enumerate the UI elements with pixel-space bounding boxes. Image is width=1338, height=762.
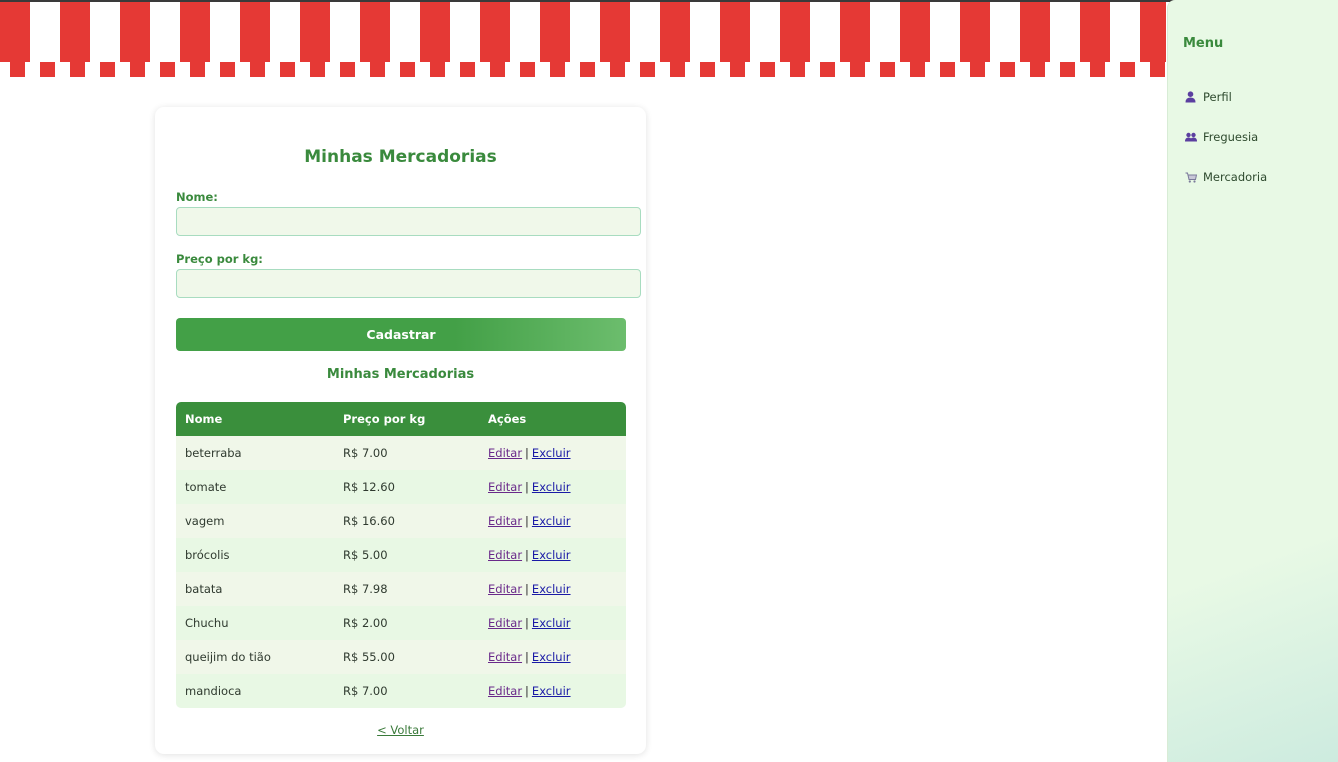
table-row: mandioca R$ 7.00 Editar | Excluir xyxy=(176,674,626,708)
cell-acoes: Editar | Excluir xyxy=(479,572,626,606)
cell-nome: tomate xyxy=(176,470,334,504)
action-separator: | xyxy=(525,446,529,460)
table-body: beterraba R$ 7.00 Editar | Excluir tomate R$ 1… xyxy=(176,436,626,708)
striped-awning-banner xyxy=(0,2,1166,77)
action-separator: | xyxy=(525,480,529,494)
cell-acoes: Editar | Excluir xyxy=(479,606,626,640)
edit-link[interactable]: Editar xyxy=(488,514,522,528)
cell-acoes: Editar | Excluir xyxy=(479,674,626,708)
cadastrar-button[interactable]: Cadastrar xyxy=(176,318,626,351)
table-row: vagem R$ 16.60 Editar | Excluir xyxy=(176,504,626,538)
voltar-link[interactable]: < Voltar xyxy=(377,723,424,737)
cell-preco: R$ 12.60 xyxy=(334,470,479,504)
header-acoes: Ações xyxy=(479,402,626,436)
cell-nome: beterraba xyxy=(176,436,334,470)
edit-link[interactable]: Editar xyxy=(488,480,522,494)
delete-link[interactable]: Excluir xyxy=(532,582,571,596)
edit-link[interactable]: Editar xyxy=(488,684,522,698)
delete-link[interactable]: Excluir xyxy=(532,684,571,698)
nome-label: Nome: xyxy=(176,190,218,204)
sidebar-item-label: Freguesia xyxy=(1203,130,1259,144)
action-separator: | xyxy=(525,650,529,664)
edit-link[interactable]: Editar xyxy=(488,548,522,562)
cell-acoes: Editar | Excluir xyxy=(479,640,626,674)
table-row: Chuchu R$ 2.00 Editar | Excluir xyxy=(176,606,626,640)
cell-preco: R$ 5.00 xyxy=(334,538,479,572)
delete-link[interactable]: Excluir xyxy=(532,480,571,494)
sidebar-item-freguesia[interactable]: Freguesia xyxy=(1184,130,1258,144)
table-row: beterraba R$ 7.00 Editar | Excluir xyxy=(176,436,626,470)
delete-link[interactable]: Excluir xyxy=(532,446,571,460)
table-title: Minhas Mercadorias xyxy=(326,367,475,382)
users-icon xyxy=(1184,131,1197,144)
table-row: batata R$ 7.98 Editar | Excluir xyxy=(176,572,626,606)
sidebar-item-label: Mercadoria xyxy=(1203,170,1268,184)
action-separator: | xyxy=(525,684,529,698)
delete-link[interactable]: Excluir xyxy=(532,650,571,664)
cart-icon xyxy=(1184,171,1197,184)
user-icon xyxy=(1184,91,1197,104)
edit-link[interactable]: Editar xyxy=(488,446,522,460)
cell-nome: queijim do tião xyxy=(176,640,334,674)
cell-preco: R$ 2.00 xyxy=(334,606,479,640)
mercadorias-table: Nome Preço por kg Ações beterraba R$ 7.00… xyxy=(176,402,626,708)
cell-preco: R$ 7.98 xyxy=(334,572,479,606)
cell-preco: R$ 55.00 xyxy=(334,640,479,674)
delete-link[interactable]: Excluir xyxy=(532,616,571,630)
table-row: tomate R$ 12.60 Editar | Excluir xyxy=(176,470,626,504)
table-row: brócolis R$ 5.00 Editar | Excluir xyxy=(176,538,626,572)
table-header-row: Nome Preço por kg Ações xyxy=(176,402,626,436)
cell-acoes: Editar | Excluir xyxy=(479,538,626,572)
cell-acoes: Editar | Excluir xyxy=(479,436,626,470)
nome-input[interactable] xyxy=(176,207,641,236)
cell-nome: mandioca xyxy=(176,674,334,708)
awning-edge xyxy=(0,62,1166,77)
action-separator: | xyxy=(525,548,529,562)
preco-label: Preço por kg: xyxy=(176,252,263,266)
cell-nome: batata xyxy=(176,572,334,606)
edit-link[interactable]: Editar xyxy=(488,650,522,664)
sidebar-item-perfil[interactable]: Perfil xyxy=(1184,90,1232,104)
header-preco: Preço por kg xyxy=(334,402,479,436)
cell-preco: R$ 7.00 xyxy=(334,674,479,708)
header-nome: Nome xyxy=(176,402,334,436)
back-container: < Voltar xyxy=(155,723,646,737)
table-row: queijim do tião R$ 55.00 Editar | Excluir xyxy=(176,640,626,674)
action-separator: | xyxy=(525,616,529,630)
cell-preco: R$ 7.00 xyxy=(334,436,479,470)
action-separator: | xyxy=(525,582,529,596)
cell-acoes: Editar | Excluir xyxy=(479,504,626,538)
delete-link[interactable]: Excluir xyxy=(532,548,571,562)
cell-acoes: Editar | Excluir xyxy=(479,470,626,504)
preco-input[interactable] xyxy=(176,269,641,298)
sidebar-title: Menu xyxy=(1183,36,1224,51)
action-separator: | xyxy=(525,514,529,528)
edit-link[interactable]: Editar xyxy=(488,582,522,596)
edit-link[interactable]: Editar xyxy=(488,616,522,630)
mercadorias-card: Minhas Mercadorias Nome: Preço por kg: C… xyxy=(155,107,646,754)
cell-preco: R$ 16.60 xyxy=(334,504,479,538)
delete-link[interactable]: Excluir xyxy=(532,514,571,528)
page-title: Minhas Mercadorias xyxy=(304,147,497,167)
sidebar-menu: Menu Perfil Freguesia Mercadoria xyxy=(1167,0,1338,762)
cell-nome: vagem xyxy=(176,504,334,538)
sidebar-item-label: Perfil xyxy=(1203,90,1232,104)
sidebar-item-mercadoria[interactable]: Mercadoria xyxy=(1184,170,1267,184)
cell-nome: Chuchu xyxy=(176,606,334,640)
cell-nome: brócolis xyxy=(176,538,334,572)
